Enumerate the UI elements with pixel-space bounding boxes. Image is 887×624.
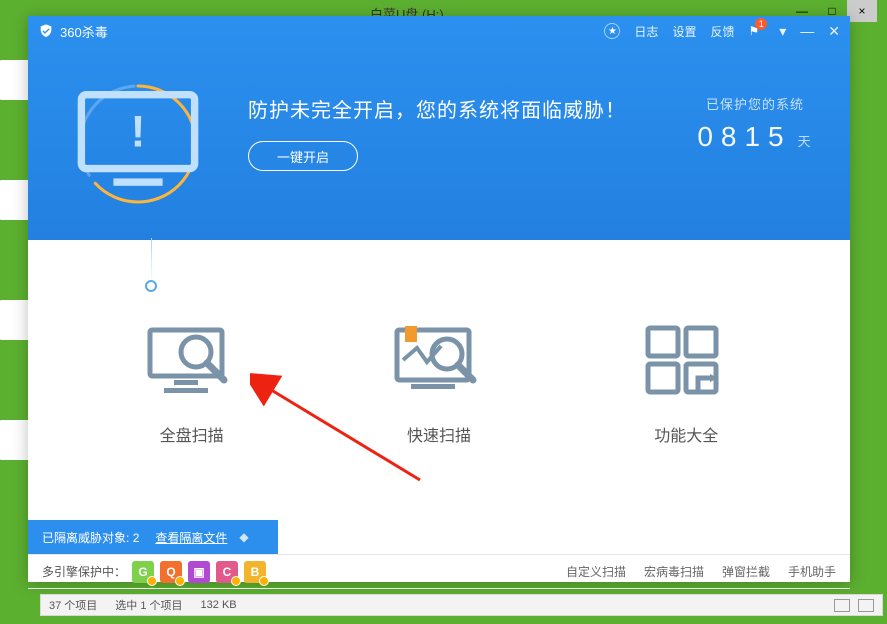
full-scan-icon [112,320,272,400]
engine-icon-5[interactable]: B [244,561,266,583]
full-scan-label: 全盘扫描 [112,422,272,446]
notification-icon[interactable]: ⚑ 1 [748,24,759,38]
status-size: 132 KB [201,599,237,611]
phone-helper-link[interactable]: 手机助手 [788,563,836,580]
quick-scan-label: 快速扫描 [359,422,519,446]
app-title: 360杀毒 [60,22,108,41]
dropdown-button[interactable]: ▾ [779,23,786,40]
bg-close-button[interactable]: × [847,0,877,22]
window-controls: ▾ — ✕ [779,23,840,40]
quick-scan-icon [359,320,519,400]
protection-warning-text: 防护未完全开启，您的系统将面临威胁！ [248,94,660,123]
protection-days-label: 已保护您的系统 [660,94,850,113]
view-details-icon[interactable] [834,599,850,612]
tools-button[interactable]: 功能大全 [606,320,766,446]
view-thumbs-icon[interactable] [858,599,874,612]
title-bar: 360杀毒 ★ 日志 设置 反馈 ⚑ 1 ▾ — ✕ [28,16,850,46]
protection-ring-icon: ! [74,80,202,208]
body: 全盘扫描 快速扫描 [28,240,850,520]
shield-icon [38,23,54,39]
minimize-button[interactable]: — [800,23,814,40]
engine-icon-4[interactable]: C [216,561,238,583]
engine-icon-2[interactable]: Q [160,561,182,583]
hero-section: ! 防护未完全开启，您的系统将面临威胁！ 一键开启 已保护您的系统 0815天 [28,76,850,236]
enable-protection-button[interactable]: 一键开启 [248,141,358,171]
custom-scan-link[interactable]: 自定义扫描 [566,563,626,580]
title-bar-right: ★ 日志 设置 反馈 ⚑ 1 ▾ — ✕ [604,23,840,40]
protection-days-value: 0815天 [660,121,850,153]
monitor-warning-icon: ! [74,78,202,211]
tools-label: 功能大全 [606,422,766,446]
svg-text:!: ! [131,107,146,156]
view-quarantine-link[interactable]: 查看隔离文件 [155,529,227,546]
macro-scan-link[interactable]: 宏病毒扫描 [644,563,704,580]
header-link-feedback[interactable]: 反馈 [710,23,734,40]
engine-icon-1[interactable]: G [132,561,154,583]
explorer-status-bar: 37 个项目 选中 1 个项目 132 KB [40,594,883,616]
quarantine-arrow-icon: ◆ [239,530,248,544]
engine-icon-3[interactable]: ▣ [188,561,210,583]
close-button[interactable]: ✕ [828,23,840,40]
notification-badge: 1 [755,18,767,30]
app-window: 360杀毒 ★ 日志 设置 反馈 ⚑ 1 ▾ — ✕ [28,16,850,582]
quick-scan-button[interactable]: 快速扫描 [359,320,519,446]
quarantine-bar: 已隔离威胁对象: 2 查看隔离文件 ◆ [28,520,278,554]
header-link-settings[interactable]: 设置 [672,23,696,40]
favorite-icon[interactable]: ★ [604,23,620,39]
tools-icon [606,320,766,400]
header: 360杀毒 ★ 日志 设置 反馈 ⚑ 1 ▾ — ✕ [28,16,850,240]
engines-bar-right: 自定义扫描 宏病毒扫描 弹窗拦截 手机助手 [566,563,836,580]
popup-block-link[interactable]: 弹窗拦截 [722,563,770,580]
status-item-count: 37 个项目 [49,597,97,613]
status-selected: 选中 1 个项目 [115,597,182,613]
header-link-log[interactable]: 日志 [634,23,658,40]
engines-label: 多引擎保护中： [42,563,126,580]
engines-bar: 多引擎保护中： G Q ▣ C B 自定义扫描 宏病毒扫描 弹窗拦截 手机助手 [28,554,850,588]
connector-dot [145,280,157,292]
full-scan-button[interactable]: 全盘扫描 [112,320,272,446]
quarantine-label: 已隔离威胁对象: 2 [42,529,139,546]
connector-line [151,238,152,284]
